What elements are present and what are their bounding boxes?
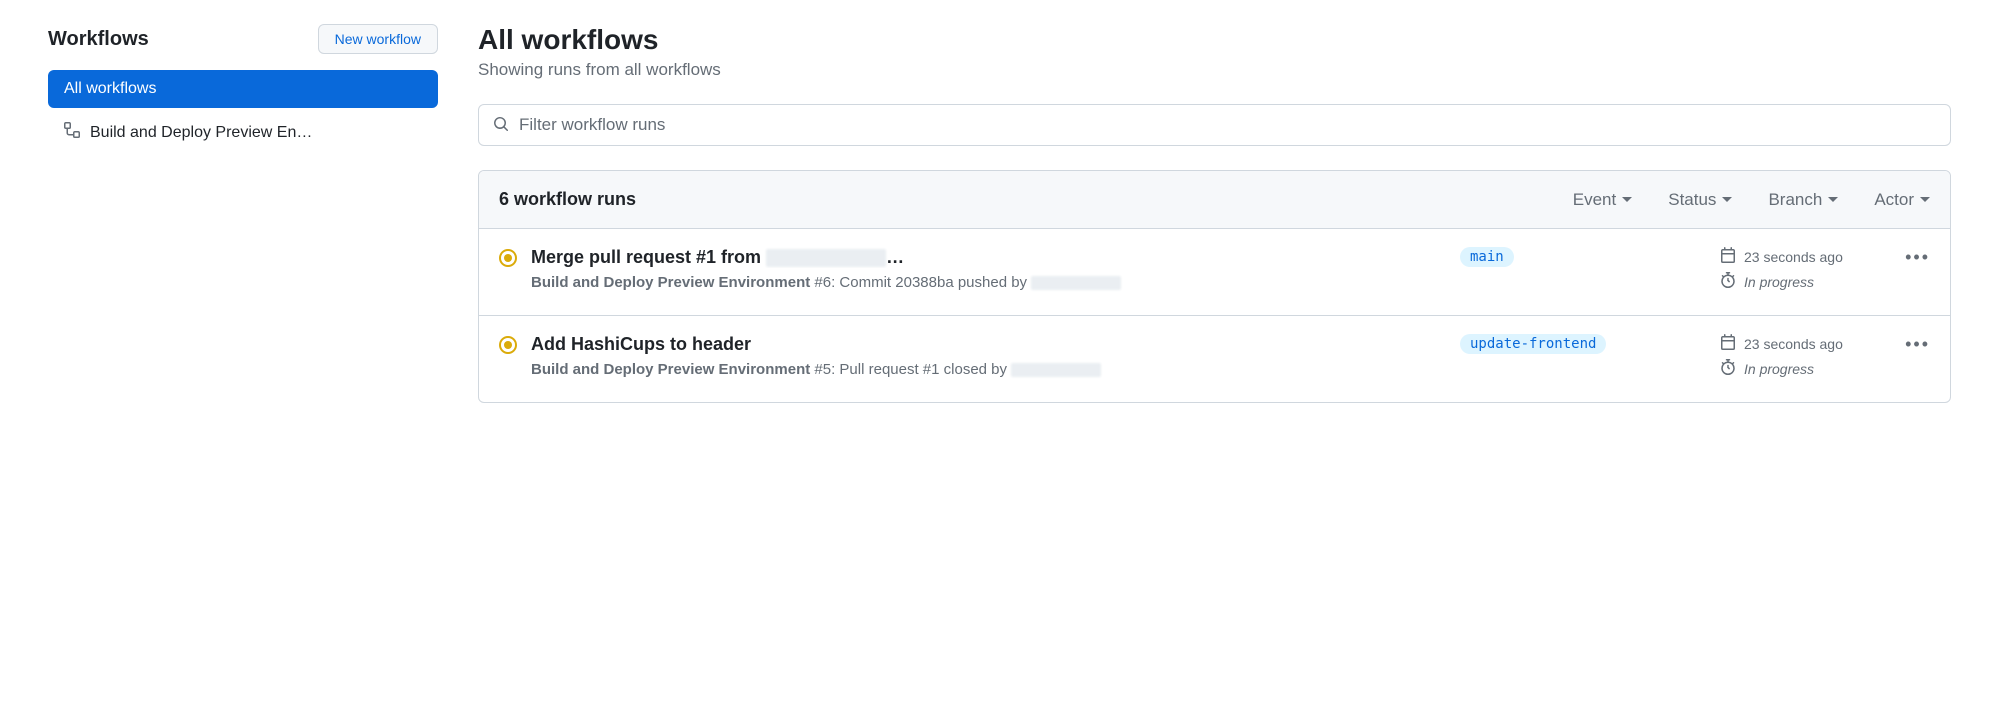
sidebar-item-label: All workflows <box>64 80 156 98</box>
run-title[interactable]: Merge pull request #1 from … <box>531 247 1440 268</box>
branch-column: main <box>1460 247 1720 267</box>
meta-status: In progress <box>1720 272 1900 291</box>
calendar-icon <box>1720 334 1736 353</box>
filter-event[interactable]: Event <box>1573 190 1632 210</box>
sidebar-header: Workflows New workflow <box>48 24 438 54</box>
caret-down-icon <box>1622 197 1632 202</box>
redacted-text <box>1011 363 1101 377</box>
branch-pill[interactable]: main <box>1460 247 1514 267</box>
status-column <box>499 247 531 267</box>
branch-column: update-frontend <box>1460 334 1720 354</box>
kebab-menu-icon[interactable]: ••• <box>1905 247 1930 268</box>
workflow-icon <box>64 122 80 143</box>
meta-timestamp: 23 seconds ago <box>1720 247 1900 266</box>
caret-down-icon <box>1920 197 1930 202</box>
search-box[interactable] <box>478 104 1951 146</box>
sidebar-title: Workflows <box>48 28 149 51</box>
run-main: Add HashiCups to header Build and Deploy… <box>531 334 1460 382</box>
actions-column: ••• <box>1900 247 1930 268</box>
main-content: All workflows Showing runs from all work… <box>478 24 1951 403</box>
kebab-menu-icon[interactable]: ••• <box>1905 334 1930 355</box>
filter-group: Event Status Branch Actor <box>1573 190 1930 210</box>
run-title[interactable]: Add HashiCups to header <box>531 334 1440 355</box>
page-title: All workflows <box>478 24 1951 56</box>
filter-actor[interactable]: Actor <box>1874 190 1930 210</box>
sidebar: Workflows New workflow All workflows Bui… <box>48 24 438 403</box>
search-icon <box>493 116 509 135</box>
meta-status: In progress <box>1720 359 1900 378</box>
new-workflow-button[interactable]: New workflow <box>318 24 438 54</box>
status-in-progress-icon <box>499 249 517 267</box>
meta-column: 23 seconds ago In progress <box>1720 334 1900 384</box>
filter-status[interactable]: Status <box>1668 190 1732 210</box>
sidebar-item-label: Build and Deploy Preview En… <box>90 124 312 142</box>
page-subtitle: Showing runs from all workflows <box>478 60 1951 80</box>
run-description: Build and Deploy Preview Environment #5:… <box>531 359 1440 382</box>
sidebar-item-all-workflows[interactable]: All workflows <box>48 70 438 108</box>
sidebar-item-workflow[interactable]: Build and Deploy Preview En… <box>48 112 438 153</box>
runs-header: 6 workflow runs Event Status Branch Acto… <box>479 171 1950 229</box>
meta-column: 23 seconds ago In progress <box>1720 247 1900 297</box>
run-description: Build and Deploy Preview Environment #6:… <box>531 272 1440 295</box>
stopwatch-icon <box>1720 272 1736 291</box>
filter-branch[interactable]: Branch <box>1768 190 1838 210</box>
run-main: Merge pull request #1 from … Build and D… <box>531 247 1460 295</box>
branch-pill[interactable]: update-frontend <box>1460 334 1606 354</box>
status-in-progress-icon <box>499 336 517 354</box>
run-row[interactable]: Add HashiCups to header Build and Deploy… <box>479 316 1950 402</box>
runs-panel: 6 workflow runs Event Status Branch Acto… <box>478 170 1951 403</box>
redacted-text <box>1031 276 1121 290</box>
runs-count: 6 workflow runs <box>499 189 1573 210</box>
caret-down-icon <box>1722 197 1732 202</box>
search-input[interactable] <box>519 115 1936 135</box>
stopwatch-icon <box>1720 359 1736 378</box>
caret-down-icon <box>1828 197 1838 202</box>
run-row[interactable]: Merge pull request #1 from … Build and D… <box>479 229 1950 316</box>
calendar-icon <box>1720 247 1736 266</box>
actions-column: ••• <box>1900 334 1930 355</box>
status-column <box>499 334 531 354</box>
redacted-text <box>766 249 886 267</box>
meta-timestamp: 23 seconds ago <box>1720 334 1900 353</box>
